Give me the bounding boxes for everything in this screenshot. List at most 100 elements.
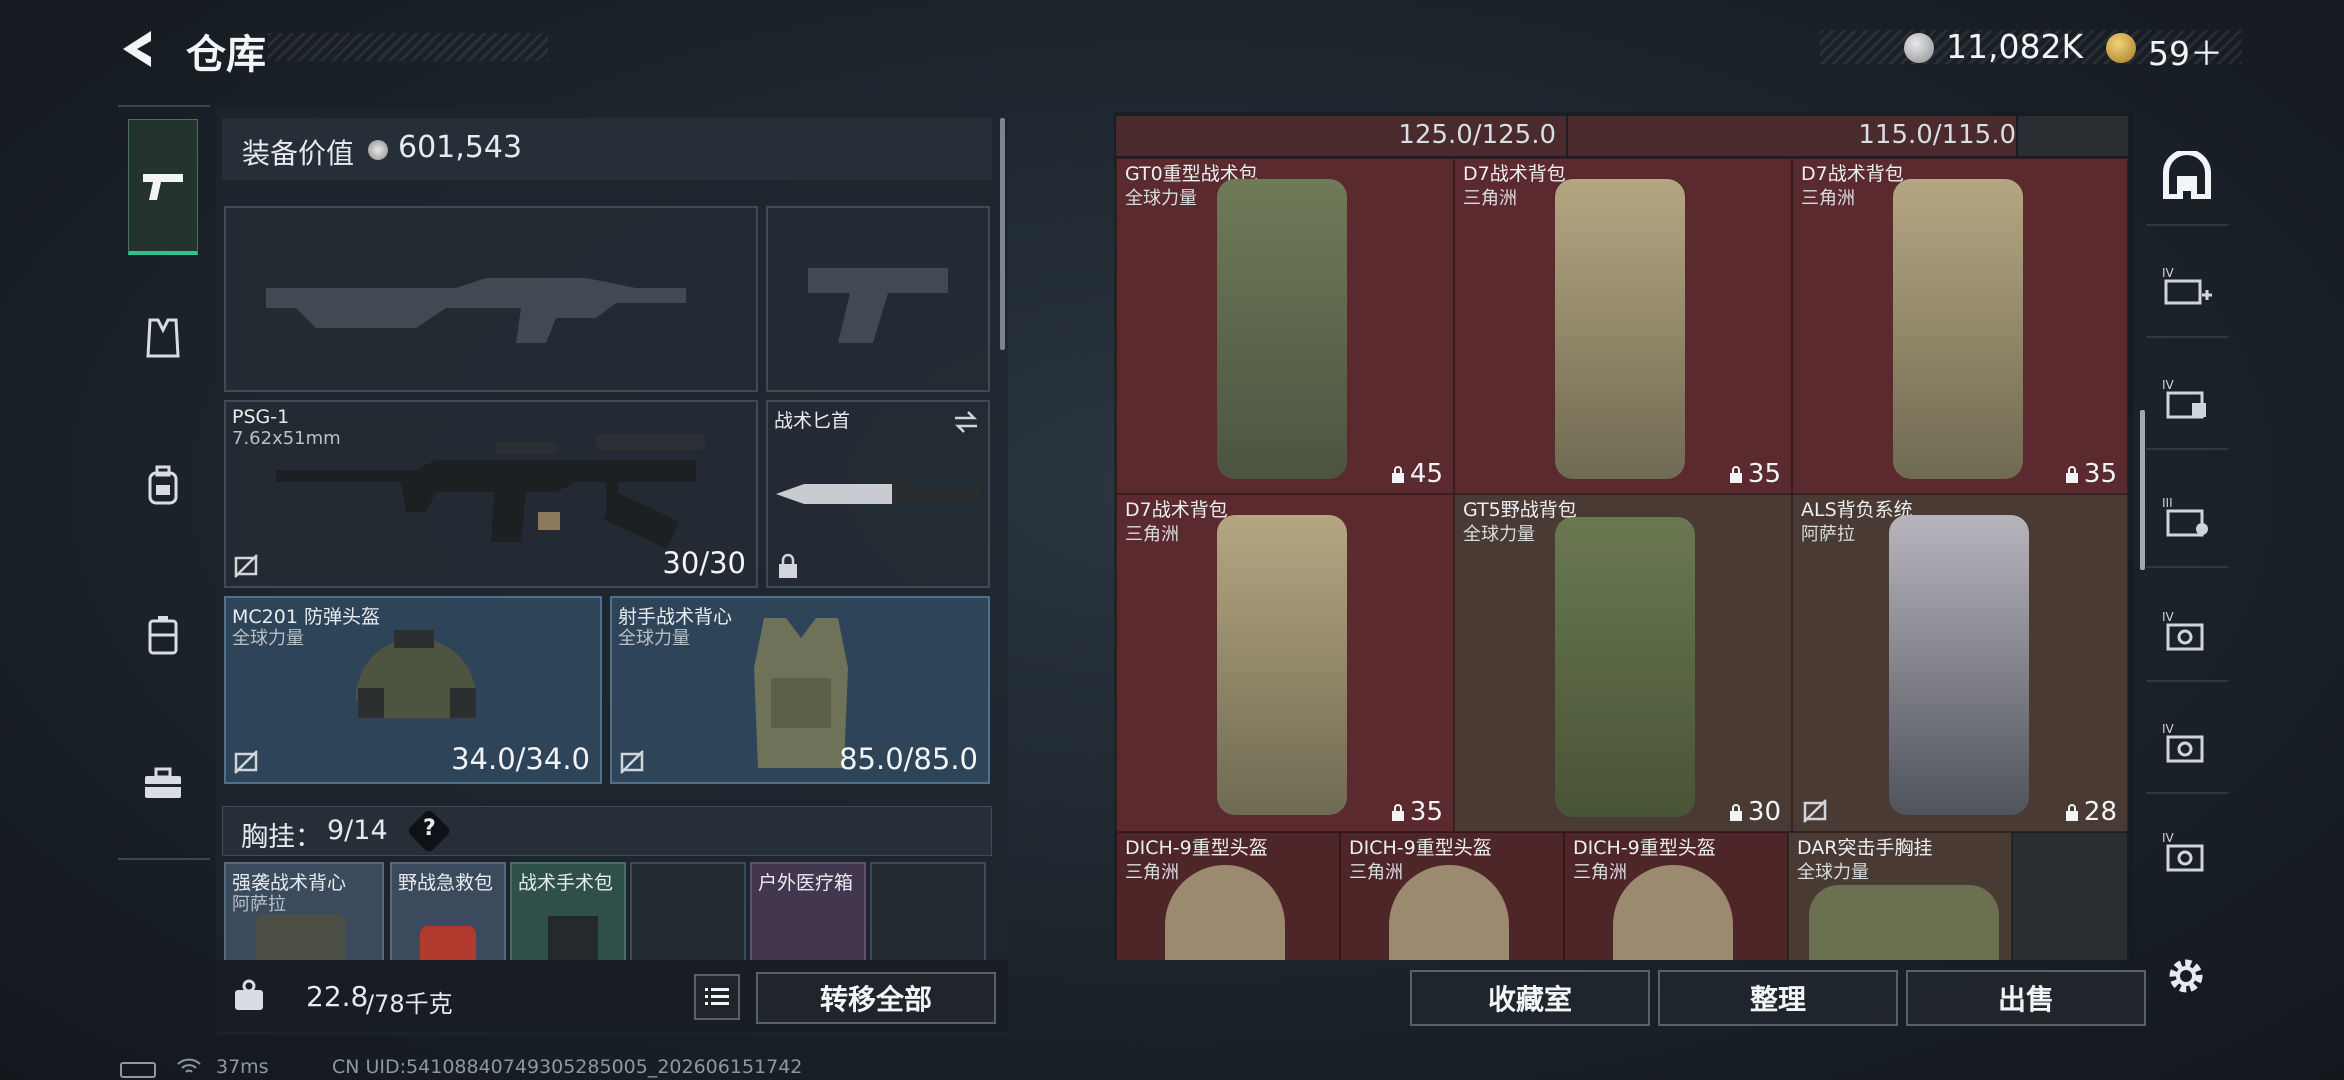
chest-count: 9/14 bbox=[327, 815, 388, 846]
lock-icon bbox=[1729, 804, 1742, 821]
storage-item[interactable]: DICH-9重型头盔 三角洲 bbox=[1564, 832, 1788, 960]
chest-item-empty[interactable] bbox=[630, 862, 746, 960]
storage-item[interactable]: DAR突击手胸挂 全球力量 bbox=[1788, 832, 2012, 960]
backpack-image bbox=[1889, 515, 2029, 815]
item-source: 三角洲 bbox=[1573, 862, 1627, 883]
no-insure-icon bbox=[1803, 799, 1827, 823]
lock-icon bbox=[1391, 804, 1404, 821]
pistol-icon bbox=[143, 173, 183, 200]
sidebar-container-3[interactable]: III bbox=[2146, 468, 2228, 568]
nav-vest[interactable] bbox=[128, 270, 198, 406]
no-insure-icon bbox=[234, 750, 258, 774]
storage-item[interactable]: D7战术背包 三角洲 35 bbox=[1792, 158, 2128, 494]
helmet-image bbox=[1613, 865, 1733, 960]
capacity-value: 115.0/115.0 bbox=[1858, 120, 2016, 150]
storage-empty-slot[interactable] bbox=[2012, 832, 2128, 960]
nav-weapons[interactable] bbox=[128, 119, 198, 255]
storage-item[interactable]: ALS背负系统 阿萨拉 28 bbox=[1792, 494, 2128, 832]
transfer-all-button[interactable]: 转移全部 bbox=[756, 972, 996, 1024]
storage-item[interactable]: GT5野战背包 全球力量 30 bbox=[1454, 494, 1792, 832]
item-source: 全球力量 bbox=[1125, 188, 1197, 209]
no-insure-icon bbox=[234, 554, 258, 578]
sidebar-container-2[interactable]: IV bbox=[2146, 350, 2228, 450]
chest-item-name: 战术手术包 bbox=[518, 872, 614, 894]
case-icon bbox=[148, 616, 178, 655]
item-name: DICH-9重型头盔 bbox=[1125, 837, 1268, 859]
armor-source: 全球力量 bbox=[618, 628, 690, 649]
equipment-scrollbar[interactable] bbox=[1000, 118, 1005, 350]
svg-text:IV: IV bbox=[2162, 266, 2175, 280]
item-name: D7战术背包 bbox=[1801, 163, 1904, 185]
weight-max: /78千克 bbox=[366, 990, 453, 1018]
collection-room-button[interactable]: 收藏室 bbox=[1410, 970, 1650, 1026]
toolbox-icon bbox=[145, 767, 181, 798]
chest-item[interactable]: 强袭战术背心 阿萨拉 bbox=[224, 862, 384, 960]
knife-image bbox=[776, 480, 980, 508]
storage-item[interactable]: D7战术背包 三角洲 35 bbox=[1116, 494, 1454, 832]
capacity-value: 125.0/125.0 bbox=[1398, 120, 1556, 150]
container-iv-icon: IV bbox=[2162, 831, 2204, 872]
category-nav bbox=[118, 105, 210, 860]
capacity-header-1: 125.0/125.0 bbox=[1116, 116, 1566, 156]
backpack-image bbox=[1555, 179, 1685, 479]
storage-item[interactable]: D7战术背包 三角洲 35 bbox=[1454, 158, 1792, 494]
swap-icon[interactable] bbox=[952, 408, 980, 436]
storage-item[interactable]: DICH-9重型头盔 三角洲 bbox=[1340, 832, 1564, 960]
melee-slot[interactable]: 战术匕首 bbox=[766, 400, 990, 588]
chest-item[interactable]: 野战急救包 bbox=[390, 862, 506, 960]
armor-slot[interactable]: 射手战术背心 全球力量 85.0/85.0 bbox=[610, 596, 990, 784]
backpack-image bbox=[1217, 179, 1347, 479]
sidebar-container-6[interactable]: IV bbox=[2146, 802, 2228, 902]
storage-item[interactable]: DICH-9重型头盔 三角洲 bbox=[1116, 832, 1340, 960]
title-decoration bbox=[268, 33, 548, 61]
sidebar-container-5[interactable]: IV bbox=[2146, 694, 2228, 794]
back-arrow-icon[interactable] bbox=[115, 25, 163, 73]
helmet-source: 全球力量 bbox=[232, 628, 304, 649]
sell-button[interactable]: 出售 bbox=[1906, 970, 2146, 1026]
nav-backpack[interactable] bbox=[128, 417, 198, 553]
home-icon bbox=[2163, 151, 2211, 199]
helmet-image bbox=[1389, 865, 1509, 960]
settings-gear-icon[interactable] bbox=[2164, 954, 2208, 998]
item-count: 35 bbox=[2083, 459, 2117, 489]
equipment-value-bar: 装备价值 601,543 bbox=[222, 118, 992, 180]
svg-text:IV: IV bbox=[2162, 610, 2175, 624]
storage-scrollbar[interactable] bbox=[2140, 410, 2145, 570]
item-slots: 35 bbox=[1728, 459, 1781, 489]
organize-button[interactable]: 整理 bbox=[1658, 970, 1898, 1026]
sidebar-container-add[interactable]: IV bbox=[2146, 238, 2228, 338]
equipment-value: 601,543 bbox=[398, 130, 523, 165]
item-count: 45 bbox=[1409, 459, 1443, 489]
chest-item-source: 阿萨拉 bbox=[232, 894, 286, 915]
storage-item[interactable]: GT0重型战术包 全球力量 45 bbox=[1116, 158, 1454, 494]
helmet-slot[interactable]: MC201 防弹头盔 全球力量 34.0/34.0 bbox=[224, 596, 602, 784]
chest-item[interactable]: 户外医疗箱 bbox=[750, 862, 866, 960]
container-iv-icon: IV bbox=[2162, 610, 2204, 651]
secondary-weapon-slot-empty[interactable] bbox=[766, 206, 990, 392]
vest-icon bbox=[146, 318, 180, 358]
melee-name: 战术匕首 bbox=[774, 410, 851, 432]
sidebar-home[interactable] bbox=[2146, 126, 2228, 226]
chest-item-empty[interactable] bbox=[870, 862, 986, 960]
chest-rig-bar: 胸挂： 9/14 ? ? bbox=[222, 806, 992, 856]
helmet-durability: 34.0/34.0 bbox=[451, 742, 590, 776]
vest-image bbox=[256, 914, 346, 960]
primary-weapon-slot-empty[interactable] bbox=[224, 206, 758, 392]
item-source: 全球力量 bbox=[1463, 524, 1535, 545]
coin-icon bbox=[1904, 33, 1934, 63]
list-view-button[interactable] bbox=[694, 974, 740, 1020]
item-name: GT5野战背包 bbox=[1463, 499, 1577, 521]
item-source: 三角洲 bbox=[1801, 188, 1855, 209]
item-slots: 30 bbox=[1728, 797, 1781, 827]
sidebar-container-4[interactable]: IV bbox=[2146, 582, 2228, 682]
svg-text:IV: IV bbox=[2162, 831, 2175, 845]
chest-item[interactable]: 战术手术包 bbox=[510, 862, 626, 960]
nav-toolbox[interactable] bbox=[128, 715, 198, 851]
currency-secondary[interactable]: 59＋ bbox=[2148, 27, 2223, 75]
capacity-header-2: 115.0/115.0 bbox=[1568, 116, 2016, 156]
nav-container[interactable] bbox=[128, 567, 198, 703]
container-iv-icon: IV bbox=[2162, 722, 2204, 763]
item-name: DICH-9重型头盔 bbox=[1573, 837, 1716, 859]
lock-icon bbox=[2065, 804, 2078, 821]
primary-weapon-slot[interactable]: PSG-1 7.62x51mm 30/30 bbox=[224, 400, 758, 588]
